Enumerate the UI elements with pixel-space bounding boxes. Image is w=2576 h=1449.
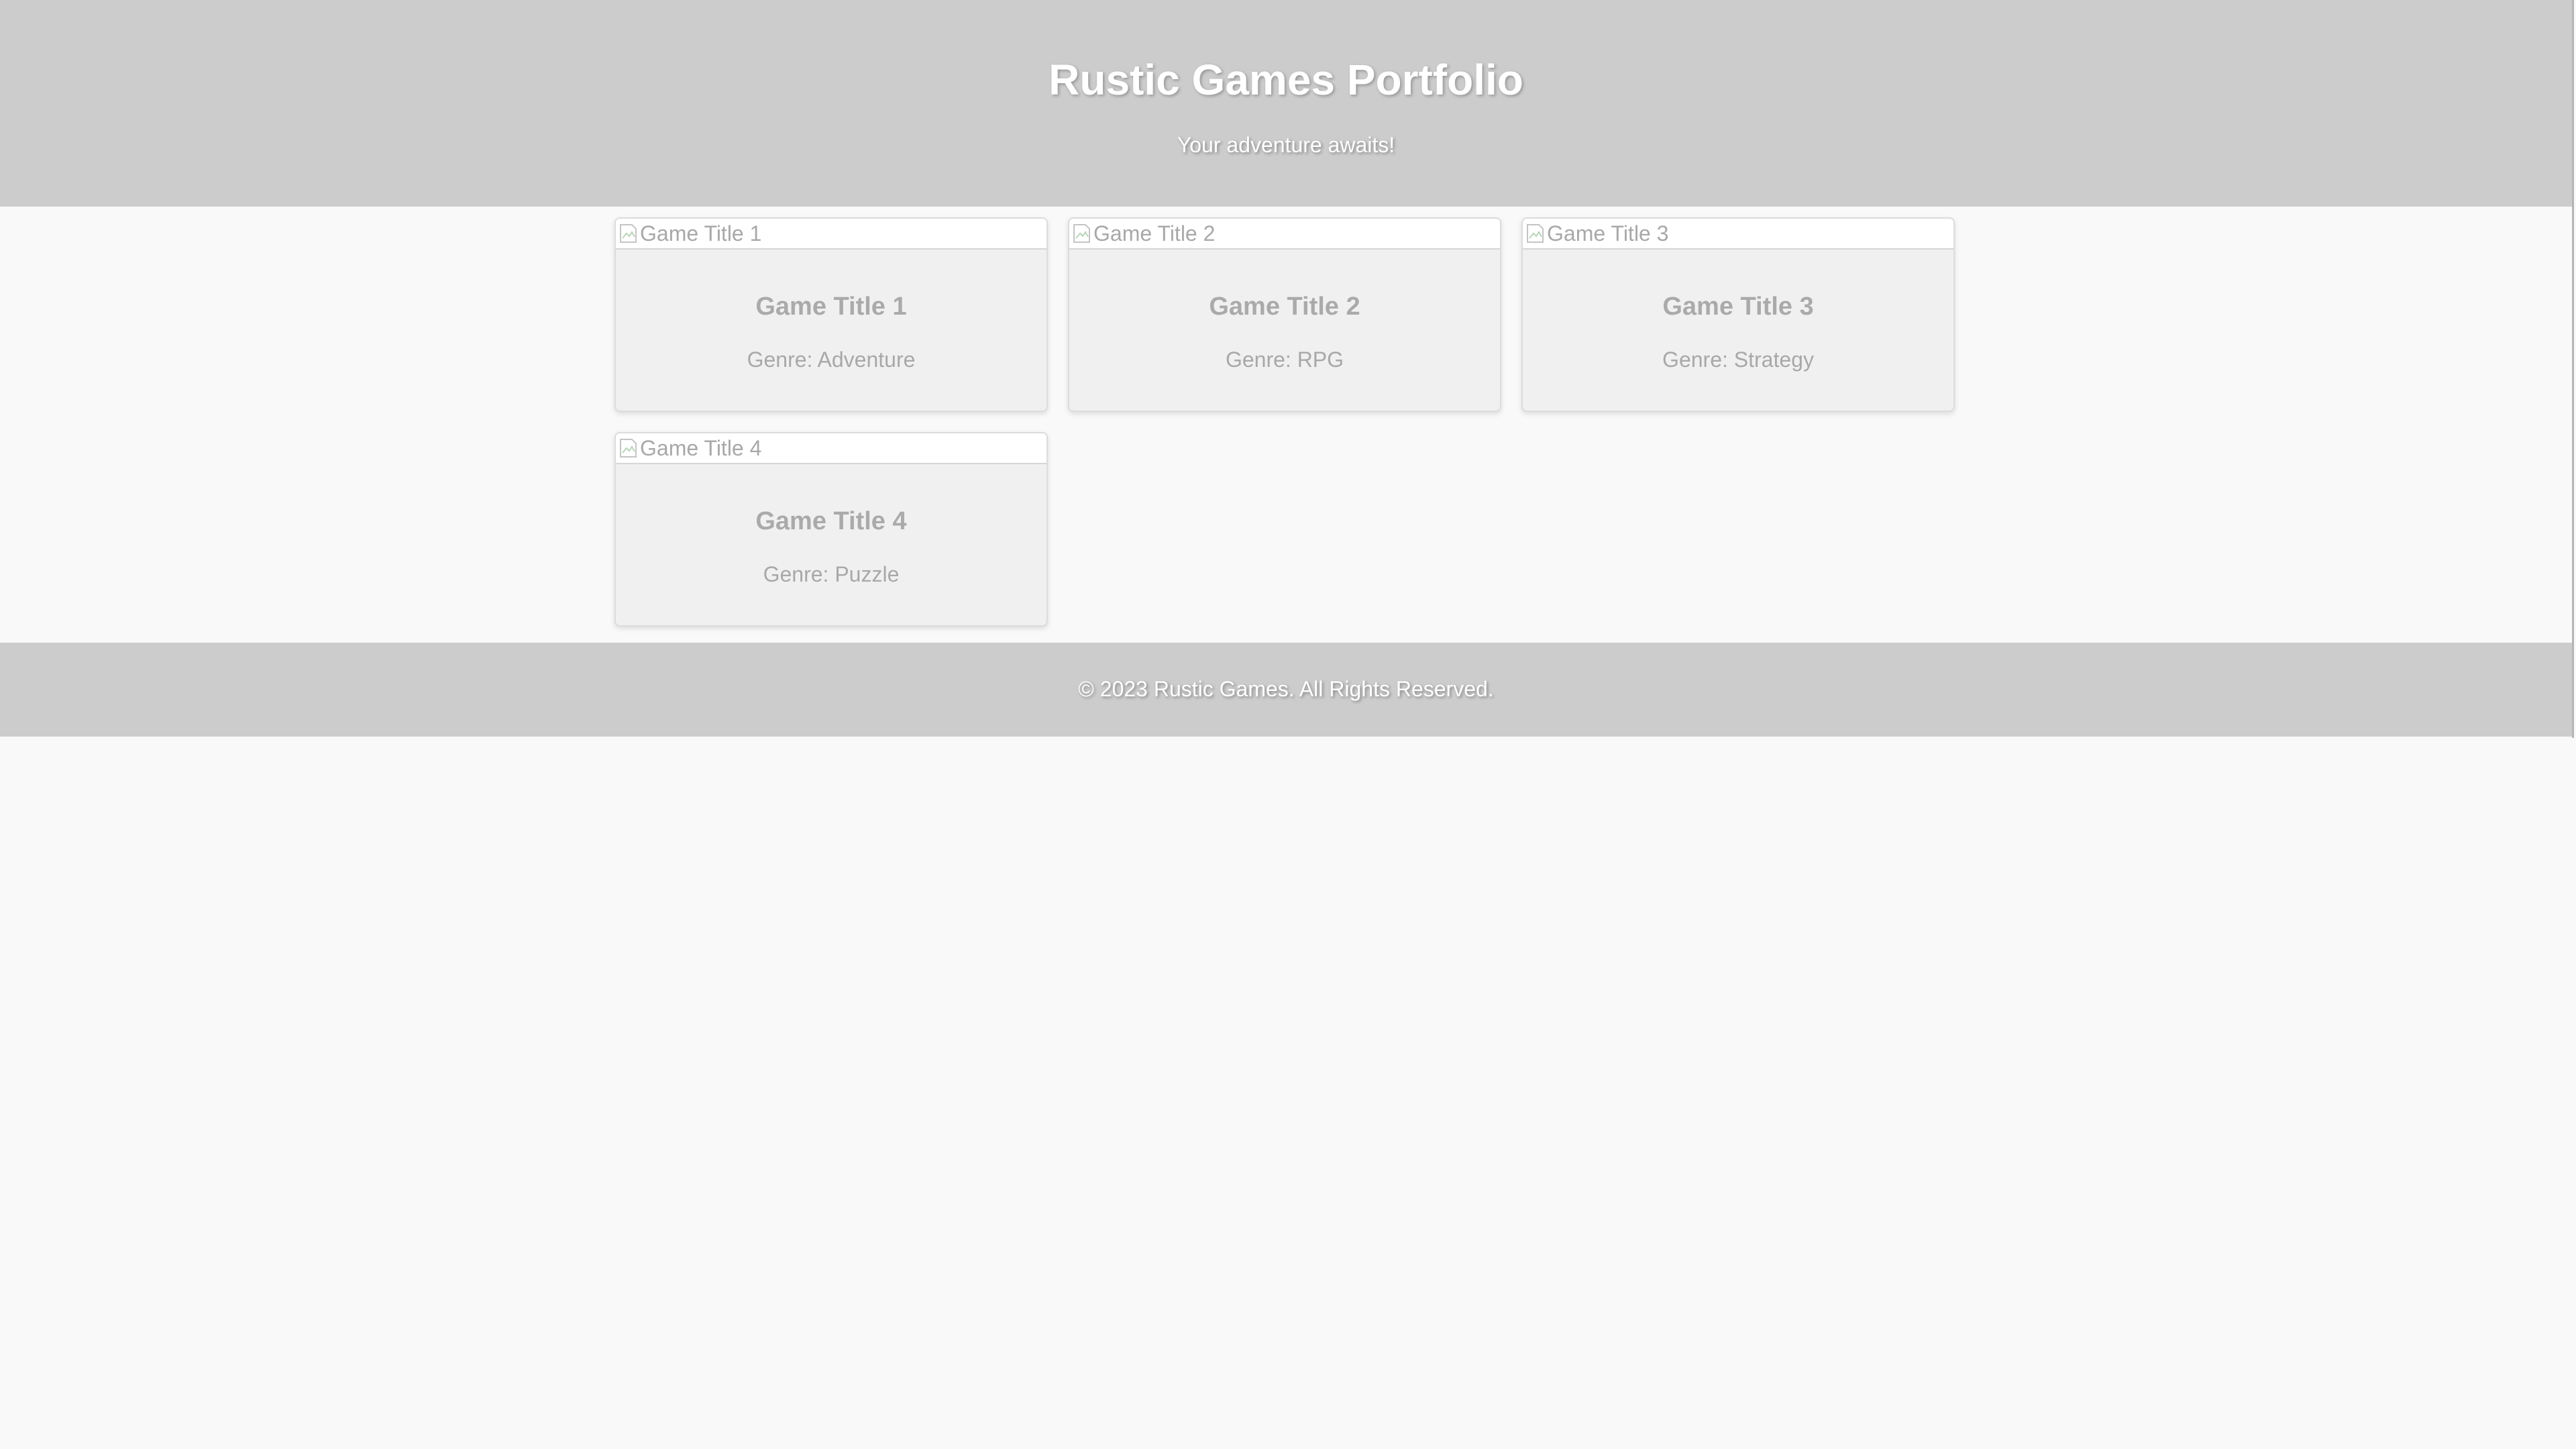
game-genre: Genre: RPG [1225,347,1344,372]
site-tagline: Your adventure awaits! [1177,133,1395,157]
page-edge-divider [2572,0,2574,738]
game-thumbnail[interactable]: Game Title 4 [616,433,1046,464]
game-card[interactable]: Game Title 2 Game Title 2 Genre: RPG [1068,217,1501,412]
game-thumbnail-alt-text: Game Title 1 [640,221,762,246]
game-genre: Genre: Strategy [1662,347,1814,372]
game-thumbnail-alt-text: Game Title 3 [1547,221,1669,246]
broken-image-icon [620,224,637,243]
game-thumbnail-alt-text: Game Title 4 [640,436,762,460]
game-title: Game Title 3 [1662,292,1814,321]
game-title: Game Title 4 [755,507,907,535]
broken-image-icon [620,439,637,458]
site-title: Rustic Games Portfolio [1049,56,1523,104]
broken-image-icon [1527,224,1544,243]
broken-image-icon [1073,224,1090,243]
game-thumbnail-alt-text: Game Title 2 [1093,221,1216,246]
game-genre: Genre: Adventure [747,347,916,372]
game-card[interactable]: Game Title 1 Game Title 1 Genre: Adventu… [614,217,1048,412]
game-thumbnail[interactable]: Game Title 1 [616,219,1046,250]
site-header: Rustic Games Portfolio Your adventure aw… [0,0,2572,207]
game-card[interactable]: Game Title 3 Game Title 3 Genre: Strateg… [1521,217,1955,412]
footer-copyright: © 2023 Rustic Games. All Rights Reserved… [1078,677,1494,701]
site-footer: © 2023 Rustic Games. All Rights Reserved… [0,643,2572,737]
game-card[interactable]: Game Title 4 Game Title 4 Genre: Puzzle [614,432,1048,627]
game-thumbnail[interactable]: Game Title 3 [1523,219,1953,250]
game-title: Game Title 2 [1209,292,1360,321]
game-thumbnail[interactable]: Game Title 2 [1069,219,1500,250]
game-grid: Game Title 1 Game Title 1 Genre: Adventu… [614,217,1957,627]
game-genre: Genre: Puzzle [763,562,900,586]
page: Rustic Games Portfolio Your adventure aw… [0,0,2576,1449]
game-title: Game Title 1 [755,292,907,321]
